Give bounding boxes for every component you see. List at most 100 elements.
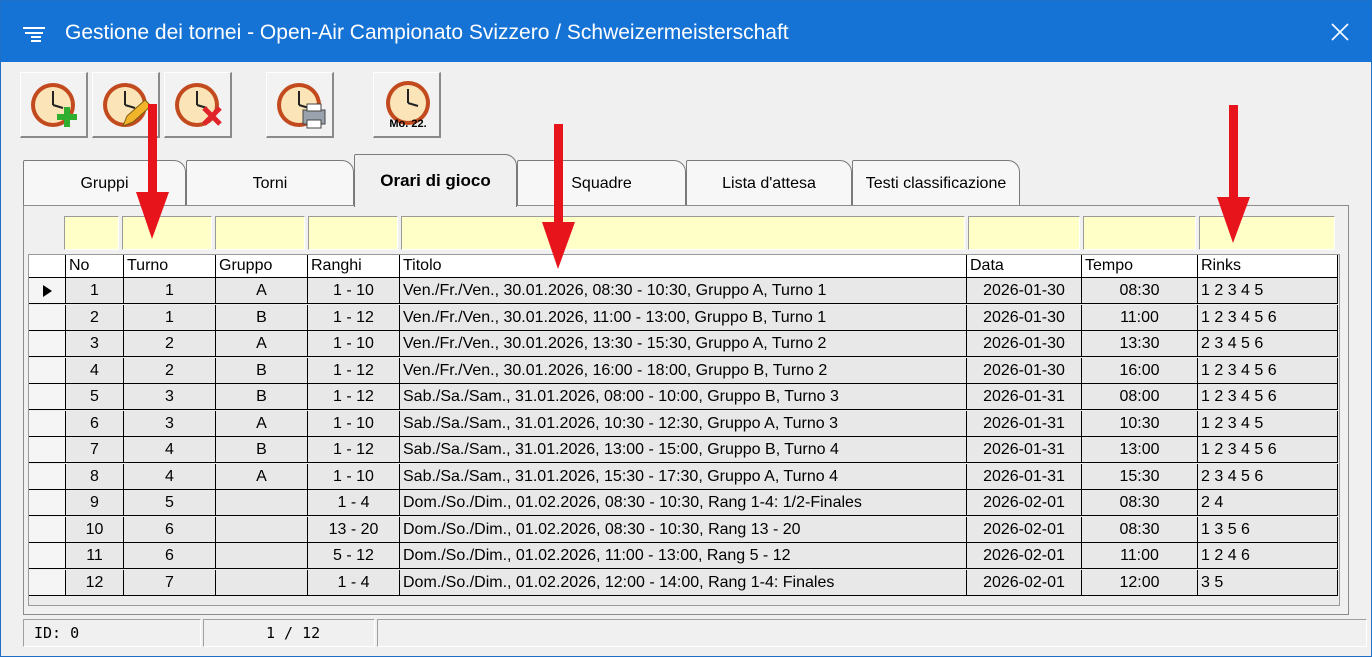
filter-turno[interactable] [122, 216, 212, 250]
cell-no[interactable]: 8 [66, 463, 124, 490]
cell-ranghi[interactable]: 1 - 10 [308, 278, 400, 304]
cell-rinks[interactable]: 1 2 3 4 5 6 [1198, 384, 1338, 410]
close-button[interactable] [1309, 1, 1371, 62]
cell-ranghi[interactable]: 1 - 4 [308, 569, 400, 596]
tab-orari-di-gioco[interactable]: Orari di gioco [354, 154, 517, 207]
cell-no[interactable]: 9 [66, 490, 124, 516]
header-ranghi[interactable]: Ranghi [308, 255, 400, 278]
cell-rinks[interactable]: 1 2 3 4 5 6 [1198, 437, 1338, 463]
cell-data[interactable]: 2026-02-01 [967, 516, 1082, 543]
cell-turno[interactable]: 7 [124, 569, 216, 596]
cell-tempo[interactable]: 08:30 [1082, 278, 1198, 304]
cell-data[interactable]: 2026-01-30 [967, 304, 1082, 331]
cell-gruppo[interactable]: A [216, 463, 308, 490]
cell-ranghi[interactable]: 1 - 10 [308, 410, 400, 437]
row-indicator[interactable] [29, 278, 66, 304]
cell-gruppo[interactable]: B [216, 437, 308, 463]
cell-no[interactable]: 3 [66, 331, 124, 357]
date-schedule-button[interactable]: Mo. 22. [373, 72, 441, 138]
cell-no[interactable]: 1 [66, 278, 124, 304]
row-indicator[interactable] [29, 463, 66, 490]
cell-data[interactable]: 2026-01-30 [967, 278, 1082, 304]
cell-ranghi[interactable]: 1 - 4 [308, 490, 400, 516]
cell-no[interactable]: 12 [66, 569, 124, 596]
cell-ranghi[interactable]: 1 - 10 [308, 463, 400, 490]
cell-gruppo[interactable] [216, 543, 308, 569]
cell-ranghi[interactable]: 5 - 12 [308, 543, 400, 569]
app-menu-icon[interactable] [23, 27, 45, 43]
row-indicator[interactable] [29, 490, 66, 516]
cell-ranghi[interactable]: 1 - 12 [308, 437, 400, 463]
cell-no[interactable]: 2 [66, 304, 124, 331]
cell-rinks[interactable]: 1 2 3 4 5 [1198, 278, 1338, 304]
cell-titolo[interactable]: Dom./So./Dim., 01.02.2026, 11:00 - 13:00… [400, 543, 967, 569]
cell-rinks[interactable]: 2 3 4 5 6 [1198, 463, 1338, 490]
filter-data[interactable] [968, 216, 1080, 250]
cell-titolo[interactable]: Dom./So./Dim., 01.02.2026, 12:00 - 14:00… [400, 569, 967, 596]
cell-rinks[interactable]: 1 3 5 6 [1198, 516, 1338, 543]
row-indicator[interactable] [29, 516, 66, 543]
cell-gruppo[interactable] [216, 490, 308, 516]
row-indicator[interactable] [29, 569, 66, 596]
row-indicator[interactable] [29, 543, 66, 569]
cell-ranghi[interactable]: 1 - 12 [308, 357, 400, 384]
cell-tempo[interactable]: 15:30 [1082, 463, 1198, 490]
cell-gruppo[interactable]: B [216, 384, 308, 410]
cell-turno[interactable]: 4 [124, 437, 216, 463]
cell-turno[interactable]: 4 [124, 463, 216, 490]
filter-titolo[interactable] [401, 216, 965, 250]
header-tempo[interactable]: Tempo [1082, 255, 1198, 278]
cell-ranghi[interactable]: 1 - 10 [308, 331, 400, 357]
cell-turno[interactable]: 2 [124, 331, 216, 357]
cell-tempo[interactable]: 11:00 [1082, 304, 1198, 331]
cell-data[interactable]: 2026-02-01 [967, 543, 1082, 569]
print-schedule-button[interactable] [266, 72, 334, 138]
cell-titolo[interactable]: Sab./Sa./Sam., 31.01.2026, 08:00 - 10:00… [400, 384, 967, 410]
row-indicator[interactable] [29, 357, 66, 384]
row-indicator[interactable] [29, 437, 66, 463]
tab-lista-attesa[interactable]: Lista d'attesa [686, 160, 852, 206]
cell-titolo[interactable]: Dom./So./Dim., 01.02.2026, 08:30 - 10:30… [400, 516, 967, 543]
header-turno[interactable]: Turno [124, 255, 216, 278]
filter-rinks[interactable] [1199, 216, 1335, 250]
cell-rinks[interactable]: 1 2 4 6 [1198, 543, 1338, 569]
cell-titolo[interactable]: Dom./So./Dim., 01.02.2026, 08:30 - 10:30… [400, 490, 967, 516]
cell-no[interactable]: 7 [66, 437, 124, 463]
row-indicator[interactable] [29, 304, 66, 331]
cell-titolo[interactable]: Sab./Sa./Sam., 31.01.2026, 15:30 - 17:30… [400, 463, 967, 490]
cell-rinks[interactable]: 1 2 3 4 5 [1198, 410, 1338, 437]
header-no[interactable]: No [66, 255, 124, 278]
cell-titolo[interactable]: Ven./Fr./Ven., 30.01.2026, 16:00 - 18:00… [400, 357, 967, 384]
cell-no[interactable]: 11 [66, 543, 124, 569]
cell-data[interactable]: 2026-01-31 [967, 463, 1082, 490]
cell-no[interactable]: 4 [66, 357, 124, 384]
cell-tempo[interactable]: 08:30 [1082, 490, 1198, 516]
filter-ranghi[interactable] [308, 216, 398, 250]
cell-titolo[interactable]: Sab./Sa./Sam., 31.01.2026, 10:30 - 12:30… [400, 410, 967, 437]
header-data[interactable]: Data [967, 255, 1082, 278]
cell-gruppo[interactable] [216, 569, 308, 596]
cell-data[interactable]: 2026-01-31 [967, 410, 1082, 437]
cell-data[interactable]: 2026-01-31 [967, 437, 1082, 463]
cell-tempo[interactable]: 16:00 [1082, 357, 1198, 384]
cell-no[interactable]: 10 [66, 516, 124, 543]
cell-data[interactable]: 2026-02-01 [967, 569, 1082, 596]
filter-gruppo[interactable] [215, 216, 305, 250]
cell-tempo[interactable]: 13:00 [1082, 437, 1198, 463]
cell-titolo[interactable]: Sab./Sa./Sam., 31.01.2026, 13:00 - 15:00… [400, 437, 967, 463]
cell-titolo[interactable]: Ven./Fr./Ven., 30.01.2026, 08:30 - 10:30… [400, 278, 967, 304]
cell-tempo[interactable]: 10:30 [1082, 410, 1198, 437]
cell-gruppo[interactable] [216, 516, 308, 543]
add-schedule-button[interactable] [20, 72, 88, 138]
filter-no[interactable] [64, 216, 119, 250]
cell-gruppo[interactable]: B [216, 357, 308, 384]
cell-turno[interactable]: 6 [124, 543, 216, 569]
edit-schedule-button[interactable] [92, 72, 160, 138]
cell-rinks[interactable]: 1 2 3 4 5 6 [1198, 304, 1338, 331]
cell-turno[interactable]: 6 [124, 516, 216, 543]
cell-ranghi[interactable]: 1 - 12 [308, 304, 400, 331]
cell-turno[interactable]: 3 [124, 410, 216, 437]
tab-torni[interactable]: Torni [186, 160, 354, 206]
cell-rinks[interactable]: 3 5 [1198, 569, 1338, 596]
cell-tempo[interactable]: 08:30 [1082, 516, 1198, 543]
